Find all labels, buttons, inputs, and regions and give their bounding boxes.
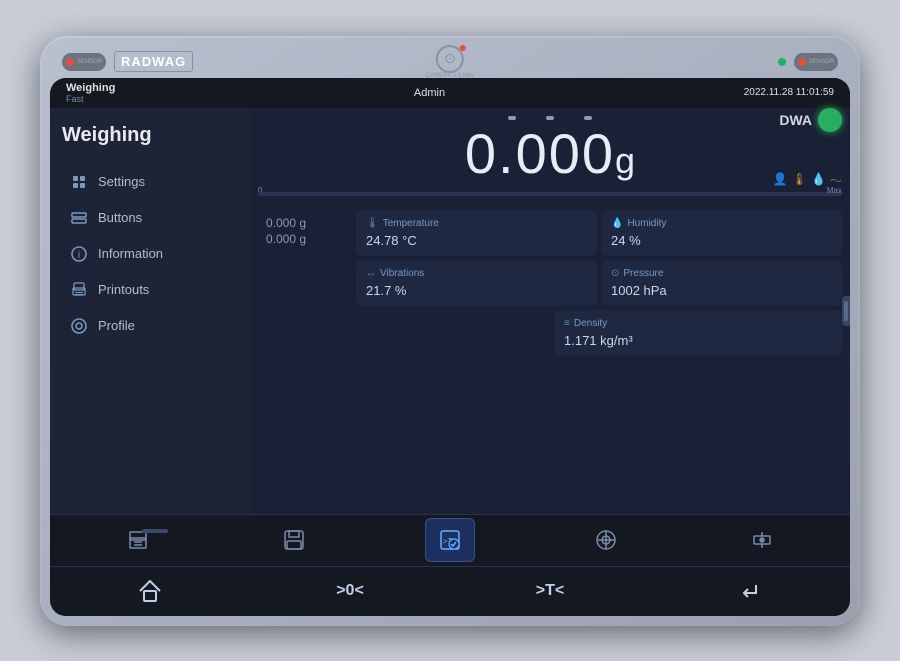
scale-max-label: Max [827, 186, 842, 195]
main-content: Weighing Settings [50, 108, 850, 514]
information-icon: i [70, 245, 88, 263]
settings-icon [70, 173, 88, 191]
nav-home-button[interactable] [110, 571, 190, 611]
pressure-value: 1002 hPa [611, 283, 832, 298]
status-datetime: 2022.11.28 11:01:59 [744, 87, 834, 98]
top-bar-left: SENSOR RADWAG [62, 51, 193, 72]
sidebar-item-information[interactable]: i Information [62, 237, 238, 271]
sidebar-item-buttons[interactable]: Buttons [62, 201, 238, 235]
printouts-label: Printouts [98, 282, 149, 297]
indicator-dot-1 [508, 116, 516, 120]
sensor-card-humidity: 💧 Humidity 24 % [601, 210, 842, 256]
humidity-title: 💧 Humidity [611, 218, 832, 229]
vibrations-value: 21.7 % [366, 283, 587, 298]
profile-icon [70, 317, 88, 335]
humidity-icon: 💧 [611, 218, 623, 229]
reading-2: 0.000 g [266, 232, 340, 246]
indicator-dot-3 [584, 116, 592, 120]
sensor-grid: 🌡 Temperature 24.78 °C 💧 Humidity 24 [356, 210, 842, 306]
sensor-card-vibrations: ↔ Vibrations 21.7 % [356, 260, 597, 306]
screen: Weighing Fast Admin 2022.11.28 11:01:59 … [50, 78, 850, 616]
indicator-dot-2 [546, 116, 554, 120]
sensor-card-temperature: 🌡 Temperature 24.78 °C [356, 210, 597, 256]
device-top-bar: SENSOR RADWAG ⊙ CAMERA 0.0 Mpx SENSOR [50, 46, 850, 78]
indicator-dot-green [778, 58, 786, 66]
sidebar-item-profile[interactable]: Profile [62, 309, 238, 343]
nav-enter-button[interactable] [710, 571, 790, 611]
nav-zero-label: >0< [336, 582, 364, 600]
top-bar-center: ⊙ CAMERA 0.0 Mpx [426, 45, 474, 79]
toolbar-btn-save[interactable] [269, 518, 319, 562]
scrollbar-handle[interactable] [842, 296, 850, 326]
right-sensor-label: SENSOR [809, 59, 834, 65]
status-title: Weighing [66, 82, 115, 94]
indicator-dots [258, 116, 842, 120]
brand-logo: RADWAG [114, 51, 193, 72]
vibrations-icon: ↔ [366, 268, 376, 279]
humidity-value: 24 % [611, 233, 832, 248]
sensor-card-pressure: ⊙ Pressure 1002 hPa [601, 260, 842, 306]
vibrations-title: ↔ Vibrations [366, 268, 587, 279]
weight-unit: g [615, 140, 635, 182]
density-icon: ≡ [564, 318, 570, 329]
nav-zero-button[interactable]: >0< [310, 571, 390, 611]
printouts-icon [70, 281, 88, 299]
reading-1: 0.000 g [266, 216, 340, 230]
status-bar: Weighing Fast Admin 2022.11.28 11:01:59 [50, 78, 850, 108]
logo-area: RADWAG [114, 51, 193, 72]
weight-value: 0.000 [465, 126, 615, 182]
camera-indicator [460, 45, 466, 51]
density-value: 1.171 kg/m³ [564, 333, 832, 348]
main-display: DWA 0.000 g 👤 🌡 💧 [250, 108, 850, 514]
readings-row: 0.000 g 0.000 g 🌡 Temperature 24.78 °C [258, 210, 842, 306]
dwa-indicator: DWA [779, 108, 842, 132]
density-row: ≡ Density 1.171 kg/m³ [258, 310, 842, 356]
toolbar-btn-target[interactable] [581, 518, 631, 562]
svg-text:i: i [78, 250, 80, 261]
readings-left: 0.000 g 0.000 g [258, 210, 348, 306]
top-bar-right: SENSOR [778, 53, 838, 71]
status-user: Admin [414, 87, 445, 99]
right-sensor: SENSOR [794, 53, 838, 71]
left-sensor: SENSOR [62, 53, 106, 71]
buttons-label: Buttons [98, 210, 142, 225]
device-frame: SENSOR RADWAG ⊙ CAMERA 0.0 Mpx SENSOR [40, 36, 860, 626]
left-sensor-label: SENSOR [77, 59, 102, 65]
sidebar-item-printouts[interactable]: Printouts [62, 273, 238, 307]
toolbar-btn-check[interactable]: >T< [425, 518, 475, 562]
sidebar-scroll-indicator [140, 526, 170, 536]
toolbar-btn-settings[interactable] [737, 518, 787, 562]
sidebar: Weighing Settings [50, 108, 250, 514]
profile-label: Profile [98, 318, 135, 333]
sidebar-item-settings[interactable]: Settings [62, 165, 238, 199]
information-label: Information [98, 246, 163, 261]
status-bar-left: Weighing Fast [66, 82, 115, 104]
dwa-status-circle [818, 108, 842, 132]
nav-tare-label: >T< [536, 582, 564, 600]
dwa-label: DWA [779, 112, 812, 128]
camera-icon: ⊙ [436, 45, 464, 73]
sensor-card-density: ≡ Density 1.171 kg/m³ [554, 310, 842, 356]
temperature-value: 24.78 °C [366, 233, 587, 248]
right-sensor-dot [798, 58, 806, 66]
temperature-title: 🌡 Temperature [366, 218, 587, 229]
nav-bar: >0< >T< [50, 566, 850, 616]
pressure-icon: ⊙ [611, 268, 619, 279]
nav-tare-button[interactable]: >T< [510, 571, 590, 611]
scale-bar-container: 0 Max [258, 186, 842, 202]
sensor-dot-red [66, 58, 74, 66]
buttons-icon [70, 209, 88, 227]
thermometer-icon: 🌡 [366, 218, 379, 229]
pressure-title: ⊙ Pressure [611, 268, 832, 279]
bottom-toolbar: >T< [50, 514, 850, 566]
weight-display: 0.000 g [258, 122, 842, 182]
settings-label: Settings [98, 174, 145, 189]
sidebar-title: Weighing [62, 124, 238, 147]
scale-bar [258, 192, 842, 196]
density-title: ≡ Density [564, 318, 832, 329]
status-subtitle: Fast [66, 94, 115, 104]
